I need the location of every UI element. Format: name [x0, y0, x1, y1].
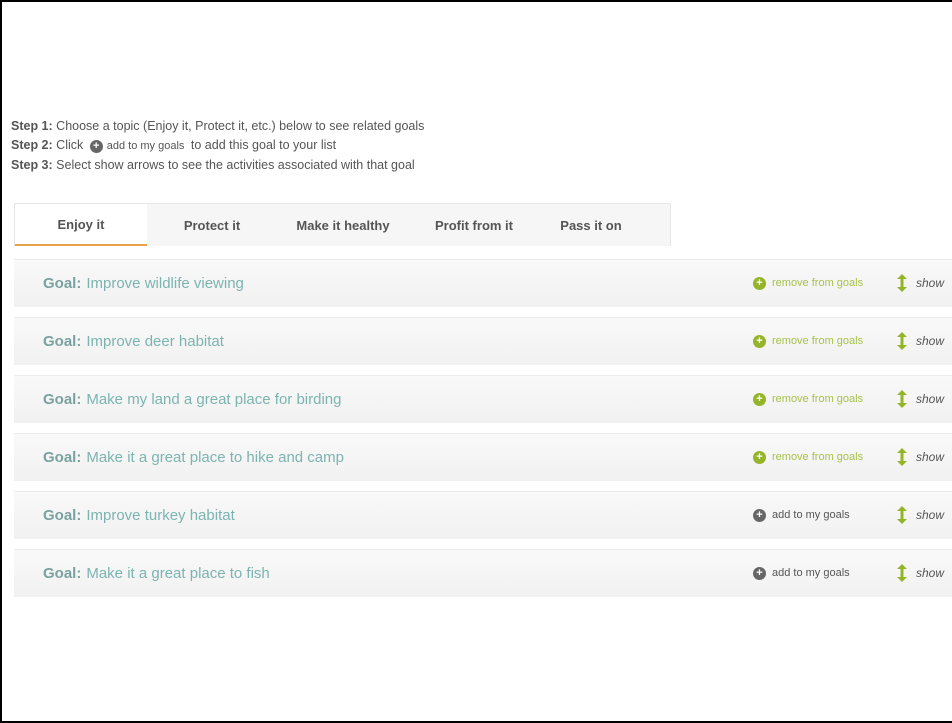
- inline-add-label: add to my goals: [106, 140, 185, 152]
- goal-prefix: Goal:: [43, 506, 82, 524]
- step-3: Step 3: Select show arrows to see the ac…: [11, 156, 424, 175]
- goal-title[interactable]: Goal: Improve deer habitat: [43, 318, 224, 364]
- goal-prefix: Goal:: [43, 274, 82, 292]
- show-label: show: [916, 566, 945, 580]
- tab-pass-it-on[interactable]: Pass it on: [539, 204, 643, 246]
- add-to-goals-button[interactable]: + add to my goals: [753, 492, 850, 538]
- goal-title-text: Make it a great place to fish: [86, 564, 270, 582]
- goal-action-label: add to my goals: [772, 567, 850, 579]
- step-2: Step 2: Click + add to my goals to add t…: [11, 136, 424, 156]
- remove-from-goals-button[interactable]: + remove from goals: [753, 318, 863, 364]
- tab-label: Enjoy it: [57, 216, 105, 232]
- goal-row: Goal: Improve turkey habitat + add to my…: [14, 491, 952, 539]
- tab-label: Make it healthy: [296, 217, 390, 233]
- plus-circle-icon: +: [753, 392, 766, 406]
- goal-action-label: remove from goals: [772, 335, 864, 347]
- step-1-text: Choose a topic (Enjoy it, Protect it, et…: [56, 119, 425, 133]
- goal-row: Goal: Make it a great place to fish + ad…: [14, 549, 952, 597]
- remove-from-goals-button[interactable]: + remove from goals: [753, 260, 863, 306]
- goal-row: Goal: Improve wildlife viewing + remove …: [14, 259, 952, 307]
- goal-row: Goal: Make my land a great place for bir…: [14, 375, 952, 423]
- plus-circle-icon: +: [753, 566, 766, 580]
- tab-label: Pass it on: [560, 217, 622, 233]
- goal-action-label: remove from goals: [772, 393, 864, 405]
- plus-circle-icon: +: [753, 508, 766, 522]
- instructions: Step 1: Choose a topic (Enjoy it, Protec…: [11, 117, 424, 175]
- show-activities-toggle[interactable]: show: [897, 492, 944, 538]
- goal-prefix: Goal:: [43, 564, 82, 582]
- show-label: show: [916, 334, 945, 348]
- goal-row: Goal: Improve deer habitat + remove from…: [14, 317, 952, 365]
- goal-title[interactable]: Goal: Improve turkey habitat: [43, 492, 235, 538]
- up-down-arrow-icon: [897, 506, 907, 524]
- show-activities-toggle[interactable]: show: [897, 260, 944, 306]
- goal-prefix: Goal:: [43, 390, 82, 408]
- goal-prefix: Goal:: [43, 448, 82, 466]
- goal-action-label: remove from goals: [772, 451, 864, 463]
- remove-from-goals-button[interactable]: + remove from goals: [753, 376, 863, 422]
- up-down-arrow-icon: [897, 448, 907, 466]
- goal-action-label: remove from goals: [772, 277, 864, 289]
- goal-title[interactable]: Goal: Make it a great place to fish: [43, 550, 270, 596]
- remove-from-goals-button[interactable]: + remove from goals: [753, 434, 863, 480]
- goal-title-text: Improve deer habitat: [86, 332, 224, 350]
- goal-title-text: Improve wildlife viewing: [86, 274, 244, 292]
- goal-action-label: add to my goals: [772, 509, 850, 521]
- tab-enjoy-it[interactable]: Enjoy it: [15, 204, 147, 246]
- plus-circle-icon: +: [753, 276, 766, 290]
- add-to-goals-button[interactable]: + add to my goals: [753, 550, 850, 596]
- up-down-arrow-icon: [897, 564, 907, 582]
- step-3-text: Select show arrows to see the activities…: [56, 158, 415, 172]
- goal-row: Goal: Make it a great place to hike and …: [14, 433, 952, 481]
- up-down-arrow-icon: [897, 332, 907, 350]
- goals-list: Goal: Improve wildlife viewing + remove …: [14, 259, 952, 607]
- inline-add-to-goals-example: + add to my goals: [89, 137, 185, 156]
- tab-protect-it[interactable]: Protect it: [147, 204, 277, 246]
- up-down-arrow-icon: [897, 390, 907, 408]
- goal-title-text: Improve turkey habitat: [86, 506, 235, 524]
- step-1: Step 1: Choose a topic (Enjoy it, Protec…: [11, 117, 424, 136]
- tab-label: Protect it: [183, 217, 241, 233]
- step-2-text-before: Click: [56, 138, 84, 152]
- plus-circle-icon: +: [753, 450, 766, 464]
- goal-title[interactable]: Goal: Improve wildlife viewing: [43, 260, 244, 306]
- show-activities-toggle[interactable]: show: [897, 318, 944, 364]
- plus-circle-icon: +: [89, 140, 103, 153]
- show-label: show: [916, 508, 945, 522]
- show-label: show: [916, 276, 945, 290]
- step-2-text-after: to add this goal to your list: [190, 138, 337, 152]
- show-activities-toggle[interactable]: show: [897, 434, 944, 480]
- topic-tabs: Enjoy it Protect it Make it healthy Prof…: [14, 203, 671, 246]
- plus-circle-icon: +: [753, 334, 766, 348]
- show-activities-toggle[interactable]: show: [897, 376, 944, 422]
- show-activities-toggle[interactable]: show: [897, 550, 944, 596]
- tab-label: Profit from it: [435, 217, 513, 233]
- goal-title-text: Make it a great place to hike and camp: [86, 448, 344, 466]
- show-label: show: [916, 450, 945, 464]
- goal-prefix: Goal:: [43, 332, 82, 350]
- tab-make-it-healthy[interactable]: Make it healthy: [277, 204, 409, 246]
- goal-title[interactable]: Goal: Make my land a great place for bir…: [43, 376, 341, 422]
- goal-title[interactable]: Goal: Make it a great place to hike and …: [43, 434, 344, 480]
- step-1-label: Step 1:: [11, 119, 53, 133]
- goal-title-text: Make my land a great place for birding: [86, 390, 342, 408]
- show-label: show: [916, 392, 945, 406]
- step-2-label: Step 2:: [11, 138, 53, 152]
- step-3-label: Step 3:: [11, 158, 53, 172]
- up-down-arrow-icon: [897, 274, 907, 292]
- tab-profit-from-it[interactable]: Profit from it: [409, 204, 539, 246]
